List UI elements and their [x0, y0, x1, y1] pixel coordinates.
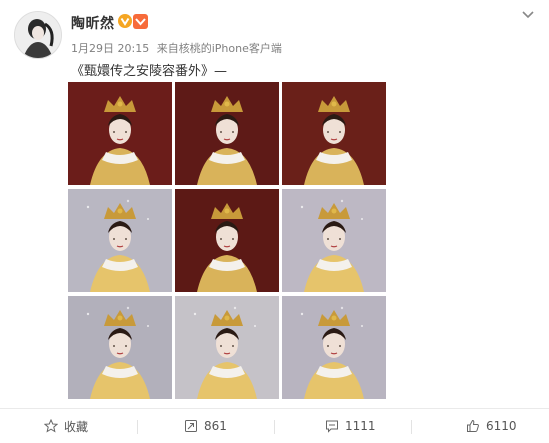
chevron-down-icon[interactable]	[521, 10, 535, 20]
weibo-post-card: 陶昕然 1月29日 20:15 来自核桃的iPhone客户端 《甄嬛传之安陵容番…	[0, 0, 549, 442]
avatar[interactable]	[14, 11, 62, 59]
photo-thumbnail[interactable]	[282, 189, 386, 292]
repost-button[interactable]: 861	[184, 409, 227, 443]
post-text: 《甄嬛传之安陵容番外》—	[71, 64, 228, 79]
repost-count: 861	[204, 419, 227, 433]
like-button[interactable]: 6110	[466, 409, 517, 443]
repost-icon	[185, 420, 197, 432]
thumbs-up-icon	[467, 419, 479, 432]
photo-thumbnail[interactable]	[282, 82, 386, 185]
favorite-button[interactable]: 收藏	[44, 409, 88, 443]
photo-thumbnail[interactable]	[175, 189, 279, 292]
like-count: 6110	[486, 419, 517, 433]
divider	[274, 420, 275, 434]
post-source[interactable]: 核桃的iPhone客户端	[179, 42, 282, 55]
photo-thumbnail[interactable]	[175, 82, 279, 185]
comment-count: 1111	[345, 419, 376, 433]
source-prefix: 来自	[156, 42, 179, 55]
photo-thumbnail[interactable]	[68, 189, 172, 292]
photo-thumbnail[interactable]	[68, 296, 172, 399]
action-bar: 收藏 861 1111 6110	[0, 408, 549, 443]
verified-v-icon	[118, 14, 132, 28]
post-meta: 1月29日 20:15 来自核桃的iPhone客户端	[71, 40, 286, 56]
divider	[411, 420, 412, 434]
avatar-image	[15, 12, 61, 58]
post-time[interactable]: 1月29日 20:15	[71, 42, 149, 55]
photo-thumbnail[interactable]	[68, 82, 172, 185]
photo-grid	[68, 82, 388, 400]
divider	[137, 420, 138, 434]
photo-thumbnail[interactable]	[175, 296, 279, 399]
vip-badge-icon	[133, 14, 148, 29]
favorite-label: 收藏	[64, 419, 89, 434]
comment-icon	[326, 420, 338, 433]
photo-thumbnail[interactable]	[282, 296, 386, 399]
star-icon	[44, 419, 58, 433]
comment-button[interactable]: 1111	[325, 409, 376, 443]
username[interactable]: 陶昕然	[71, 13, 115, 33]
